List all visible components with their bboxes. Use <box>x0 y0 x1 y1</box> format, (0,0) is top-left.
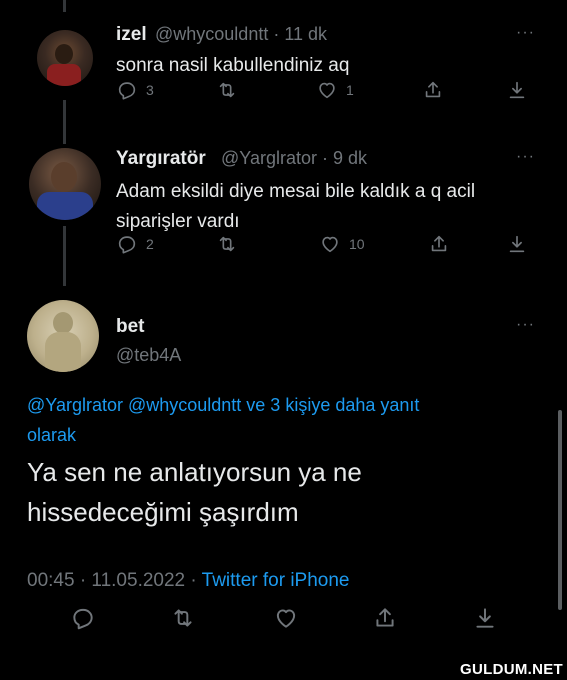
display-name[interactable]: izel <box>116 24 147 46</box>
thread-line <box>63 0 66 12</box>
reply-button[interactable]: 2 <box>116 233 154 255</box>
timestamp: 00:45 · 11.05.2022 · <box>27 570 202 591</box>
reply-button[interactable] <box>70 605 96 631</box>
tweet-text: sonra nasil kabullendiniz aq <box>116 55 350 76</box>
download-icon <box>476 608 494 628</box>
like-count: 1 <box>346 82 354 98</box>
tweet-text: Ya sen ne anlatıyorsun ya ne hissedeceği… <box>27 452 362 532</box>
reply-icon <box>118 236 136 254</box>
reply-icon <box>73 608 93 630</box>
download-button[interactable] <box>506 233 528 255</box>
download-button[interactable] <box>506 79 528 101</box>
reply-context[interactable]: @Yarglrator @whycouldntt ve 3 kişiye dah… <box>27 390 419 450</box>
heart-icon <box>276 609 296 628</box>
like-button[interactable] <box>273 605 299 631</box>
user-handle[interactable]: @whycouldntt <box>155 24 268 44</box>
tweet-meta: @Yarglrator · 9 dk <box>221 148 367 169</box>
heart-icon <box>322 236 338 253</box>
share-button[interactable] <box>428 233 450 255</box>
scrollbar[interactable] <box>558 410 562 610</box>
display-name[interactable]: bet <box>116 316 145 338</box>
source-link[interactable]: Twitter for iPhone <box>202 570 350 591</box>
reply-button[interactable]: 3 <box>116 79 154 101</box>
download-icon <box>509 81 525 99</box>
more-icon[interactable]: ··· <box>516 148 535 166</box>
tweet-text: Adam eksildi diye mesai bile kaldık a q … <box>116 177 475 237</box>
heart-icon <box>319 82 335 99</box>
display-name[interactable]: Yargıratör <box>116 148 206 170</box>
timestamp[interactable]: 11 dk <box>284 24 327 44</box>
tweet-text-line: Adam eksildi diye mesai bile kaldık a q … <box>116 181 476 202</box>
retweet-icon <box>219 236 235 252</box>
more-icon[interactable]: ··· <box>516 24 535 42</box>
retweet-button[interactable] <box>216 79 238 101</box>
timestamp[interactable]: 9 dk <box>333 148 367 168</box>
reply-context-line: olarak <box>27 425 77 445</box>
avatar[interactable] <box>29 148 101 220</box>
user-handle[interactable]: @Yarglrator <box>221 148 317 168</box>
tweet-text-line: hissedeceğimi şaşırdım <box>27 497 299 527</box>
reply-context-line: @Yarglrator @whycouldntt ve 3 kişiye dah… <box>27 395 420 415</box>
more-icon[interactable]: ··· <box>516 316 535 334</box>
tweet-text-line: siparişler vardı <box>116 211 240 232</box>
watermark: GULDUM.NET <box>460 661 563 678</box>
like-button[interactable]: 1 <box>316 79 354 101</box>
share-button[interactable] <box>372 605 398 631</box>
retweet-button[interactable] <box>170 605 196 631</box>
thread-line <box>63 100 66 144</box>
like-count: 10 <box>349 236 365 252</box>
retweet-icon <box>219 82 235 98</box>
separator: · <box>273 24 280 44</box>
download-icon <box>509 235 525 253</box>
separator: · <box>321 148 328 168</box>
download-button[interactable] <box>472 605 498 631</box>
retweet-icon <box>174 609 192 627</box>
share-icon <box>376 608 394 627</box>
share-button[interactable] <box>422 79 444 101</box>
tweet-text-line: Ya sen ne anlatıyorsun ya ne <box>27 457 362 487</box>
reply-icon <box>118 82 136 100</box>
user-handle[interactable]: @teb4A <box>116 345 181 366</box>
share-icon <box>431 235 447 252</box>
like-button[interactable]: 10 <box>319 233 365 255</box>
thread-line <box>63 226 66 286</box>
avatar[interactable] <box>37 30 93 86</box>
retweet-button[interactable] <box>216 233 238 255</box>
tweet-meta: @whycouldntt · 11 dk <box>155 24 327 45</box>
tweet-timestamp: 00:45 · 11.05.2022 · Twitter for iPhone <box>27 570 350 592</box>
reply-count: 2 <box>146 236 154 252</box>
reply-count: 3 <box>146 82 154 98</box>
avatar[interactable] <box>27 300 99 372</box>
share-icon <box>425 81 441 98</box>
